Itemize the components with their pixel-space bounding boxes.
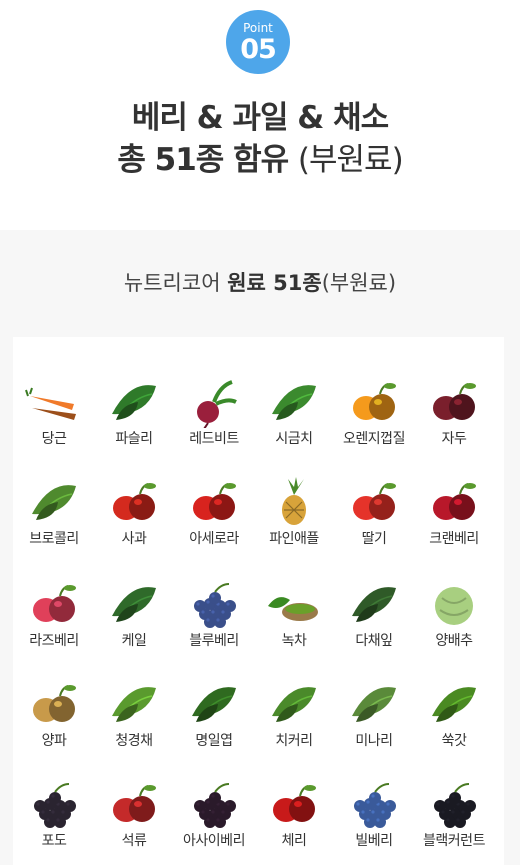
ashitaba-icon (192, 687, 236, 722)
ingredient-item: 빌베리 (331, 776, 417, 868)
bok-choy-icon (112, 687, 156, 722)
ingredient-item: 케일 (91, 576, 177, 668)
plum-icon (433, 383, 476, 420)
tatsoi-icon (352, 587, 396, 622)
ingredient-item: 체리 (251, 776, 337, 868)
ingredient-item: 파인애플 (251, 474, 337, 566)
pomegranate-icon (113, 785, 156, 822)
spinach-icon (272, 385, 316, 420)
ingredient-item: 포도 (11, 776, 97, 868)
cabbage-icon (435, 587, 473, 625)
green-tea-icon (268, 597, 318, 621)
headline-line2-main: 총 51종 함유 (117, 142, 289, 178)
ingredient-item: 양파 (11, 676, 97, 768)
onion-icon (33, 685, 76, 722)
cranberry-icon (433, 483, 476, 520)
apple-icon (113, 483, 156, 520)
orange-icon (353, 383, 396, 420)
crown-daisy-icon (432, 687, 476, 722)
ingredient-label: 쑥갓 (441, 733, 467, 749)
subheading-suffix: (부원료) (321, 271, 397, 295)
ingredient-item: 양배추 (411, 576, 497, 668)
cherry-icon (273, 785, 316, 822)
ingredient-item: 청경채 (91, 676, 177, 768)
ingredient-item: 라즈베리 (11, 576, 97, 668)
ingredient-item: 쑥갓 (411, 676, 497, 768)
ingredient-item: 석류 (91, 776, 177, 868)
blueberry-icon (194, 583, 236, 628)
headline-line2-sub: (부원료) (297, 142, 404, 178)
ingredient-item: 시금치 (251, 374, 337, 466)
ingredient-item: 브로콜리 (11, 474, 97, 566)
header-section: Point 05 베리 & 과일 & 채소 총 51종 함유 (부원료) (0, 0, 520, 230)
raspberry-icon (33, 585, 76, 622)
blackcurrant-icon (434, 783, 476, 828)
chicory-icon (272, 687, 316, 722)
ingredient-item: 파슬리 (91, 374, 177, 466)
ingredient-item: 딸기 (331, 474, 417, 566)
broccoli-icon (32, 485, 76, 520)
ingredient-label: 블랙커런트 (423, 833, 485, 849)
badge-number: 05 (240, 34, 277, 65)
kale-icon (112, 587, 156, 622)
subheading-bold: 원료 51종 (227, 271, 322, 295)
point-badge: Point 05 (226, 10, 290, 74)
ingredients-subheading: 뉴트리코어 원료 51종(부원료) (0, 266, 520, 300)
ingredient-label: 크랜베리 (429, 531, 479, 547)
ingredient-item: 아사이베리 (171, 776, 257, 868)
ingredient-item: 자두 (411, 374, 497, 466)
headline-line1: 베리 & 과일 & 채소 (131, 100, 389, 136)
ingredient-item: 크랜베리 (411, 474, 497, 566)
ingredient-grid: 당근 파슬리 레드비트 시금치 오렌지껍질자두브로콜리 사과 아세로라 파인애플 딸기크랜베리라… (13, 337, 504, 865)
pineapple-icon (282, 477, 306, 525)
ingredient-item: 블랙커런트 (411, 776, 497, 868)
ingredient-item: 치커리 (251, 676, 337, 768)
subheading-prefix: 뉴트리코어 (123, 271, 228, 295)
carrot-icon (25, 387, 76, 420)
ingredient-item: 녹차 (251, 576, 337, 668)
acai-berry-icon (194, 783, 236, 828)
ingredient-item: 명일엽 (171, 676, 257, 768)
ingredient-label: 양배추 (435, 633, 473, 649)
ingredient-item: 사과 (91, 474, 177, 566)
parsley-icon (112, 385, 156, 420)
ingredient-item: 오렌지껍질 (331, 374, 417, 466)
ingredient-item: 당근 (11, 374, 97, 466)
bilberry-icon (354, 783, 396, 828)
ingredient-item: 레드비트 (171, 374, 257, 466)
ingredient-label: 자두 (441, 431, 467, 447)
ingredient-item: 아세로라 (171, 474, 257, 566)
ingredient-item: 다채잎 (331, 576, 417, 668)
strawberry-icon (353, 483, 396, 520)
badge-label: Point (243, 21, 273, 35)
red-beet-icon (197, 380, 237, 428)
water-parsley-icon (352, 687, 396, 722)
acerola-icon (193, 483, 236, 520)
grape-icon (34, 783, 76, 828)
ingredient-item: 블루베리 (171, 576, 257, 668)
ingredient-item: 미나리 (331, 676, 417, 768)
headline-line2: 총 51종 함유 (부원료) (0, 138, 520, 182)
